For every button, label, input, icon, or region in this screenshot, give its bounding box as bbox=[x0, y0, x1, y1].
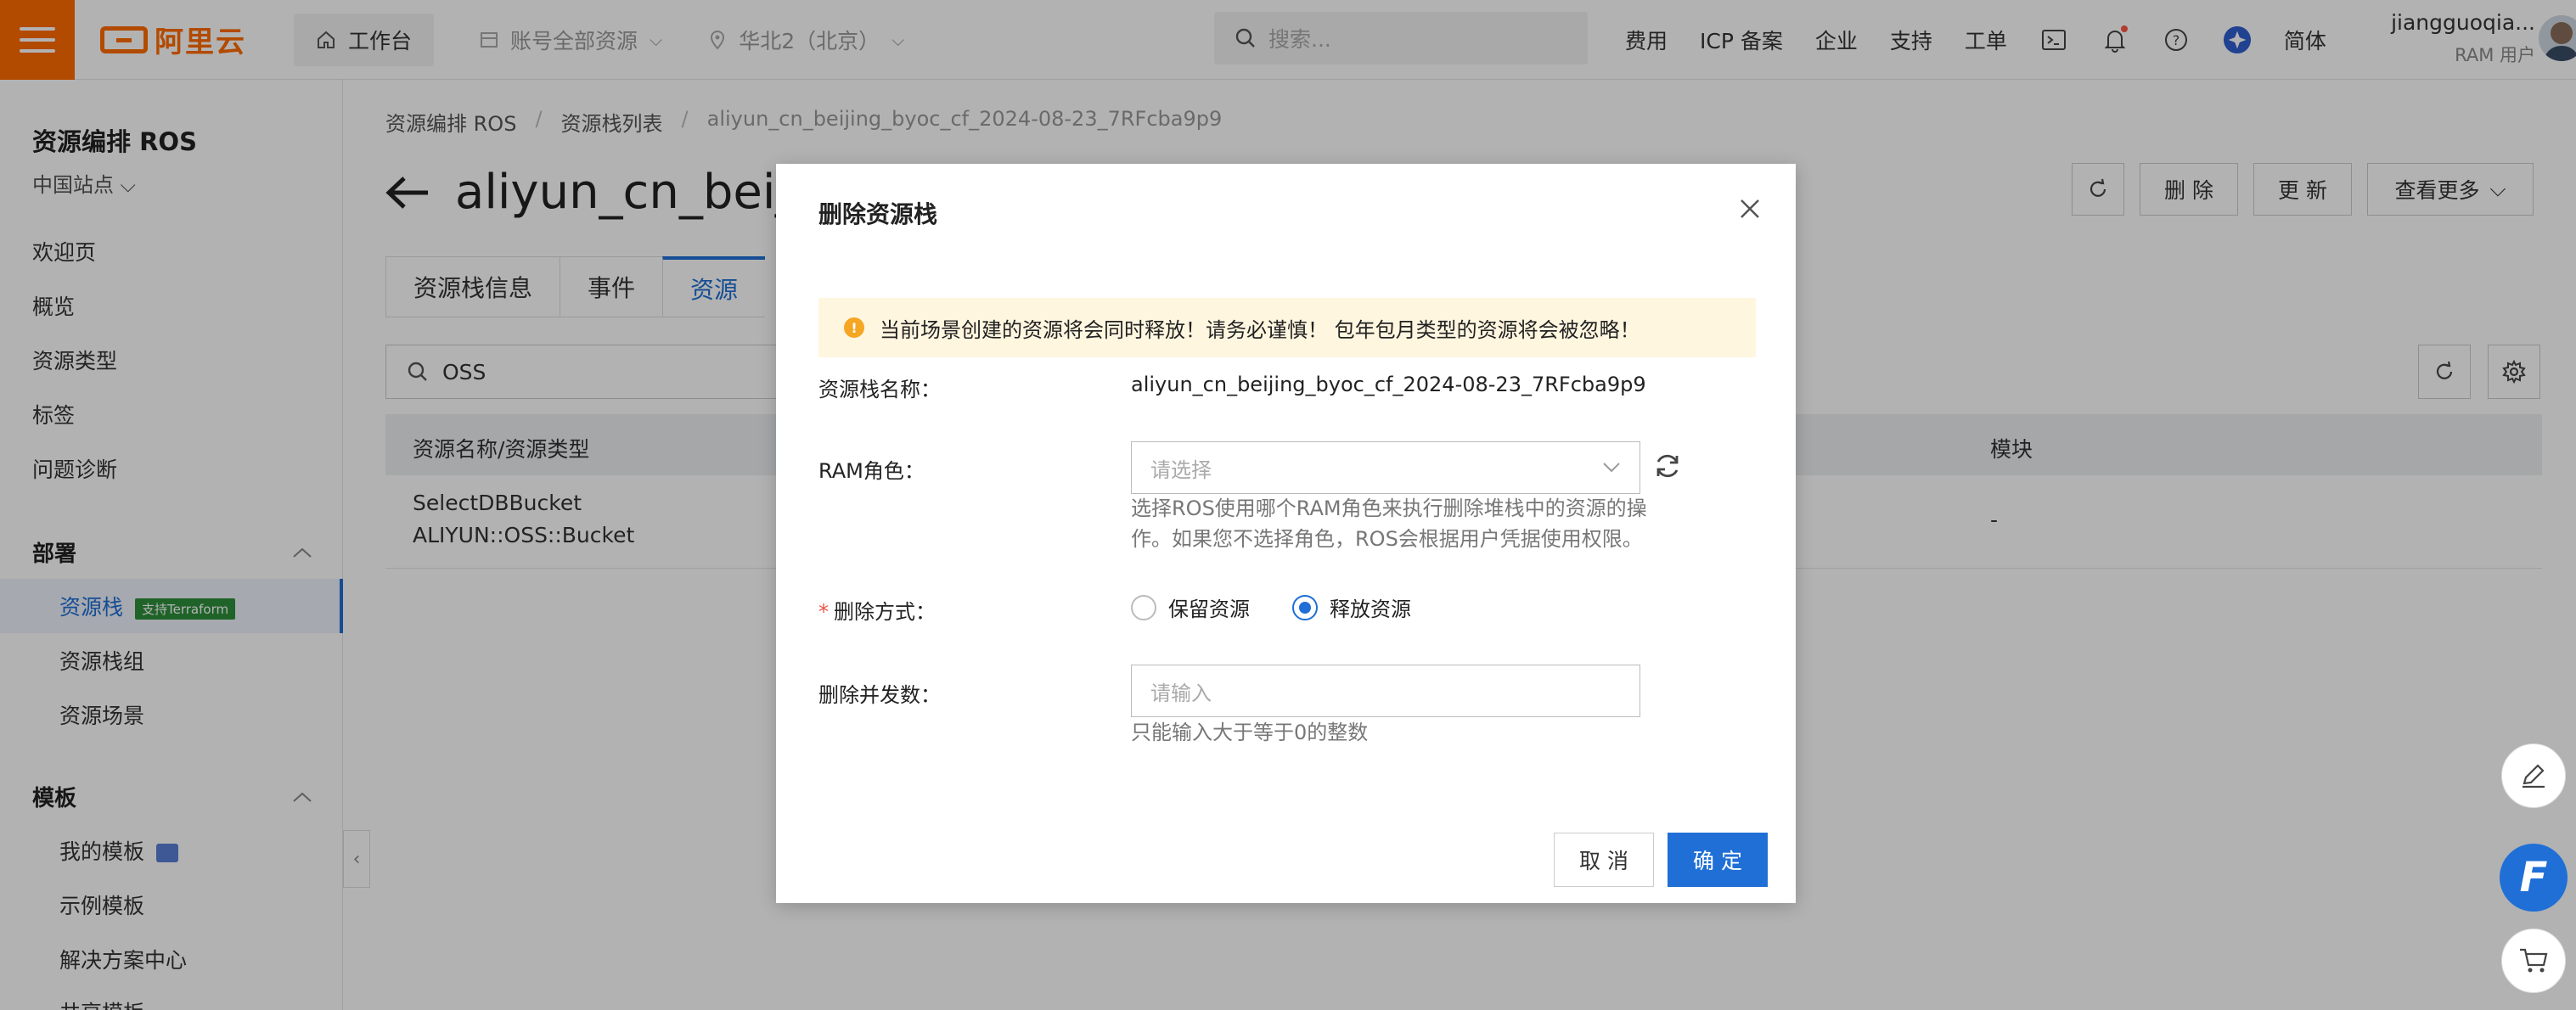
delete-mode-label-text: 删除方式： bbox=[834, 600, 936, 624]
ram-role-placeholder: 请选择 bbox=[1150, 457, 1212, 482]
ram-role-help: 选择ROS使用哪个RAM角色来执行删除堆栈中的资源的操 作。如果您不选择角色，R… bbox=[1131, 493, 1647, 554]
warning-alert: ! 当前场景创建的资源将会同时释放！请务必谨慎！ 包年包月类型的资源将会被忽略！ bbox=[818, 298, 1756, 357]
ram-role-help-line1: 选择ROS使用哪个RAM角色来执行删除堆栈中的资源的操 bbox=[1131, 497, 1647, 520]
delete-mode-label: * 删除方式： bbox=[818, 595, 936, 625]
concurrency-input[interactable]: 请输入 bbox=[1131, 665, 1640, 717]
radio-keep-resources[interactable]: 保留资源 bbox=[1131, 592, 1250, 622]
concurrency-help: 只能输入大于等于0的整数 bbox=[1131, 721, 1369, 744]
delete-stack-dialog: 删除资源栈 ! 当前场景创建的资源将会同时释放！请务必谨慎！ 包年包月类型的资源… bbox=[776, 164, 1796, 903]
radio-keep-label: 保留资源 bbox=[1168, 598, 1250, 621]
dialog-title: 删除资源栈 bbox=[818, 200, 938, 228]
ram-role-select[interactable]: 请选择 bbox=[1131, 441, 1640, 494]
warning-icon: ! bbox=[844, 317, 864, 338]
warning-text: 当前场景创建的资源将会同时释放！请务必谨慎！ 包年包月类型的资源将会被忽略！ bbox=[880, 317, 1640, 342]
stack-name-label: 资源栈名称： bbox=[818, 378, 941, 401]
feedback-edit-button[interactable] bbox=[2501, 743, 2566, 808]
ram-role-help-line2: 作。如果您不选择角色，ROS会根据用户凭据使用权限。 bbox=[1131, 527, 1643, 551]
concurrency-placeholder: 请输入 bbox=[1150, 681, 1212, 705]
radio-release-label: 释放资源 bbox=[1330, 598, 1411, 621]
close-icon[interactable] bbox=[1735, 194, 1764, 223]
edit-icon bbox=[2523, 764, 2545, 788]
ram-role-label: RAM角色： bbox=[818, 459, 925, 483]
radio-release-resources[interactable]: 释放资源 bbox=[1292, 592, 1411, 622]
cart-button[interactable] bbox=[2501, 929, 2566, 993]
assistant-f-icon[interactable]: F bbox=[2500, 844, 2568, 912]
stack-name-value: aliyun_cn_beijing_byoc_cf_2024-08-23_7RF… bbox=[1131, 373, 1646, 396]
cart-icon bbox=[2520, 948, 2548, 973]
radio-release-circle[interactable] bbox=[1292, 594, 1318, 620]
cancel-button[interactable]: 取 消 bbox=[1554, 833, 1654, 887]
confirm-button[interactable]: 确 定 bbox=[1668, 833, 1768, 887]
required-mark: * bbox=[818, 600, 829, 624]
concurrency-label: 删除并发数： bbox=[818, 683, 941, 707]
delete-mode-radio-group: 保留资源 释放资源 bbox=[1131, 592, 1433, 622]
sync-icon[interactable] bbox=[1652, 451, 1683, 481]
radio-keep-circle[interactable] bbox=[1131, 594, 1156, 620]
chevron-down-icon bbox=[1603, 463, 1620, 473]
